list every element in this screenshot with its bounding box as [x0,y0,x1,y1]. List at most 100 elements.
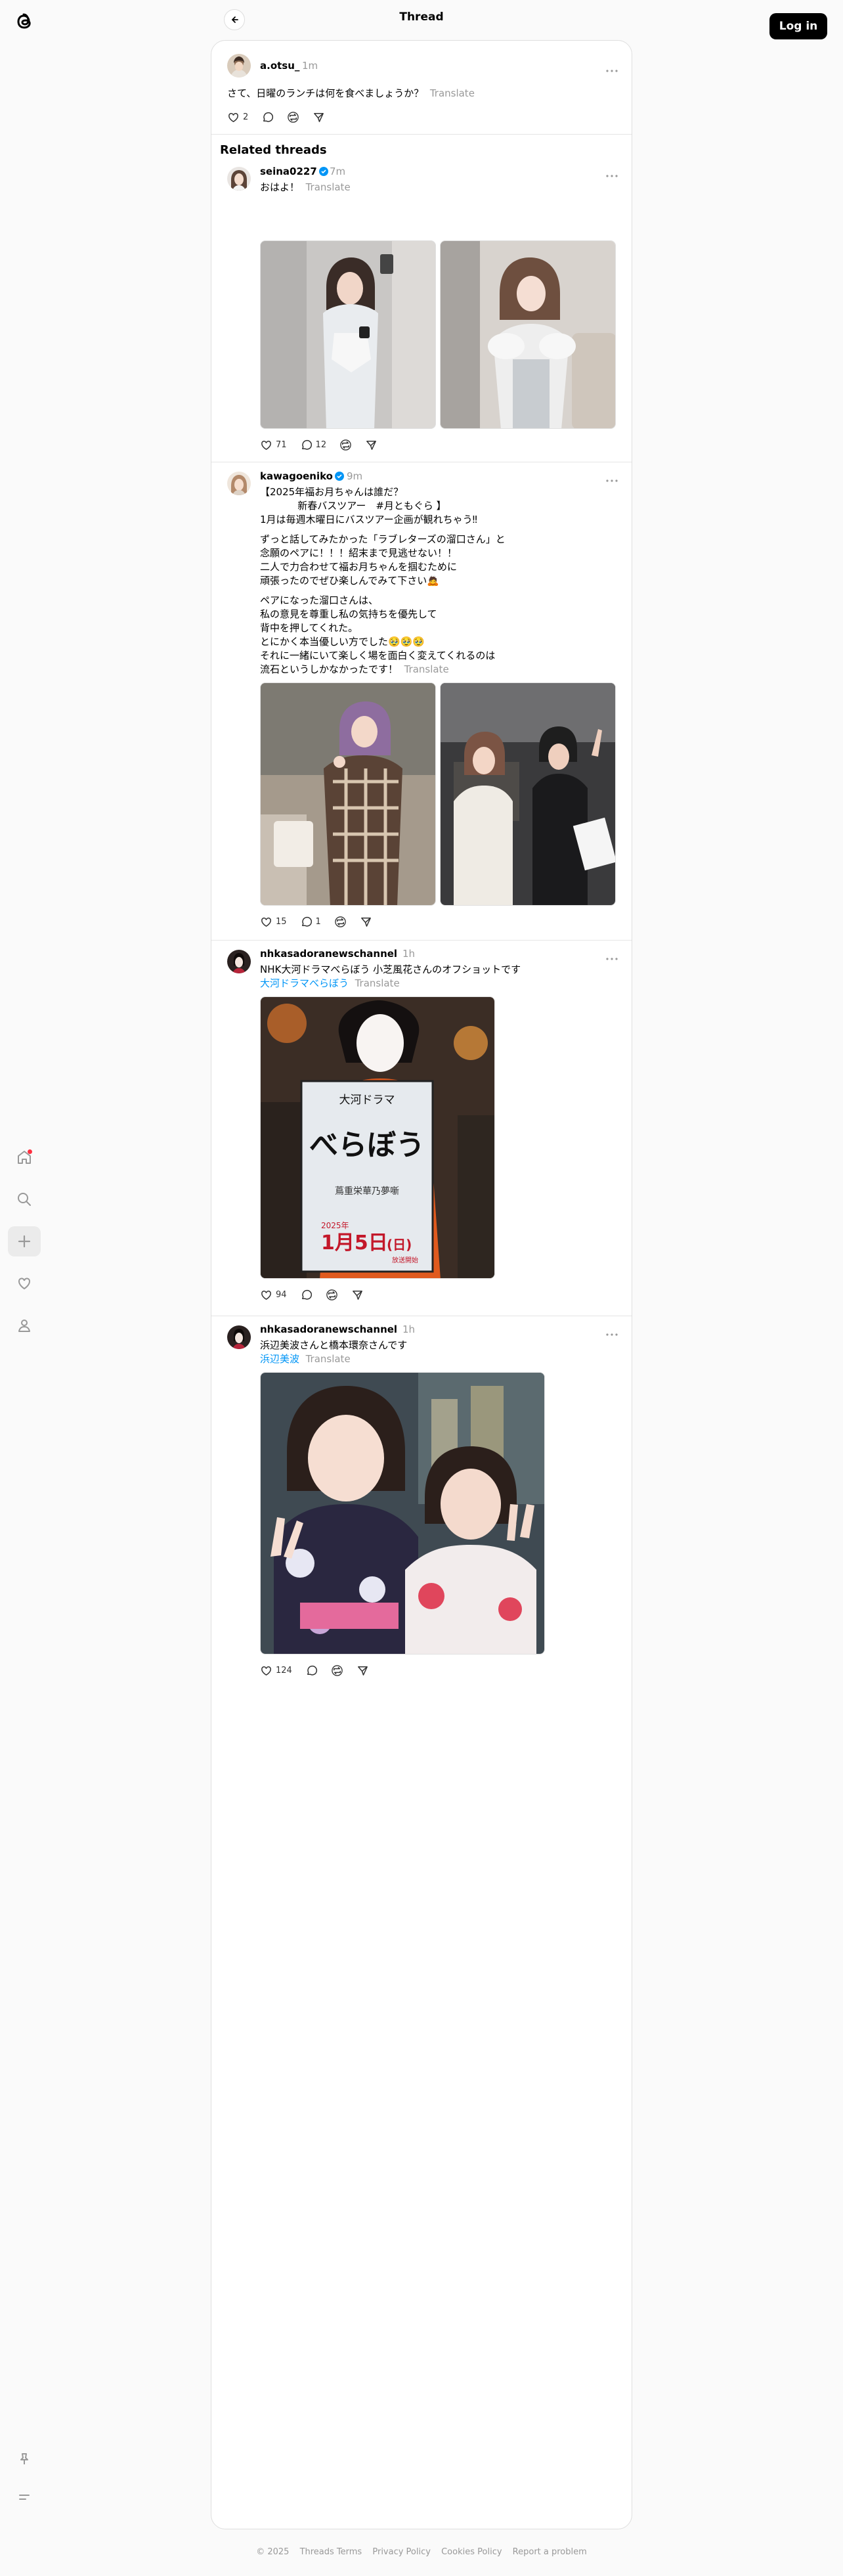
reply-button[interactable] [305,1664,318,1677]
sidebar-item-create[interactable] [8,1226,41,1256]
post-image[interactable] [260,682,436,906]
share-button[interactable] [365,439,378,451]
post-text: NHK大河ドラマべらぼう 小芝風花さんのオフショットです [260,964,521,975]
post-text-line: ずっと話してみたかった「ラブレターズの溜口さん」と [260,533,506,545]
verified-badge-icon [335,472,344,481]
post-text-line: 【2025年福お月ちゃんは誰だ？ [260,486,404,498]
username[interactable]: a.otsu_ [260,60,299,72]
reply-button[interactable]: 1 [300,916,321,928]
more-icon[interactable] [604,168,620,179]
repost-icon [326,1289,337,1300]
like-button[interactable]: 124 [260,1664,292,1677]
username[interactable]: nhkasadoranewschannel [260,948,397,960]
svg-text:2025年: 2025年 [321,1221,349,1230]
send-icon [352,1290,362,1300]
search-icon [18,1193,31,1206]
reply-button[interactable] [261,111,274,123]
like-button[interactable]: 2 [227,111,248,123]
svg-text:(日): (日) [387,1237,412,1253]
heart-icon [261,1290,271,1300]
like-button[interactable]: 15 [260,916,287,928]
more-icon[interactable] [604,473,620,483]
repost-button[interactable] [326,1289,338,1301]
notification-dot [28,1149,32,1154]
translate-link[interactable]: Translate [306,1353,351,1365]
related-threads-heading: Related threads [220,143,327,157]
comment-icon [307,1665,317,1676]
post-text-line: それに一緒にいて楽しく場を面白く変えてくれるのは [260,650,496,661]
footer-link-report[interactable]: Report a problem [513,2547,587,2557]
post-text-line: ペアになった溜口さんは、 [260,594,379,606]
footer: © 2025 Threads Terms Privacy Policy Cook… [0,2547,843,2557]
like-button[interactable]: 94 [260,1289,287,1301]
repost-icon [335,916,346,927]
more-icon[interactable] [604,951,620,962]
post-actions: 94 [260,1287,377,1302]
like-button[interactable]: 71 [260,439,287,451]
svg-text:蔦重栄華乃夢噺: 蔦重栄華乃夢噺 [335,1186,399,1197]
translate-link[interactable]: Translate [355,977,400,989]
comment-icon [301,439,312,450]
sidebar-item-pin[interactable] [8,2444,41,2474]
post-image[interactable] [260,240,436,429]
avatar[interactable] [227,1325,251,1349]
post-text-line: 頑張ったのでぜひ楽しんでみて下さい🙇 [260,575,439,587]
sidebar-item-home[interactable] [8,1142,41,1172]
repost-icon [288,111,299,123]
footer-link-privacy[interactable]: Privacy Policy [372,2547,431,2557]
divider [211,940,632,941]
sidebar [0,0,49,2576]
reply-button[interactable]: 12 [300,439,326,451]
hashtag-link[interactable]: 大河ドラマべらぼう [260,977,349,989]
reply-button[interactable] [300,1289,313,1301]
post-text-line: とにかく本当優しい方でした🥹🥹🥹 [260,636,425,648]
page-title: Thread [399,11,444,24]
share-button[interactable] [357,1664,369,1677]
post-time: 7m [330,166,346,177]
sidebar-item-menu[interactable] [8,2482,41,2512]
post-text-line: 1月は毎週木曜日にバスツアー企画が観れちゃう‼︎ [260,514,477,525]
footer-link-terms[interactable]: Threads Terms [300,2547,362,2557]
repost-button[interactable] [339,439,352,451]
post-time: 1m [302,60,318,72]
post-image[interactable] [440,682,616,906]
thread-feed: a.otsu_ 1m さて、日曜のランチは何を食べましょうか？ Translat… [211,40,632,2529]
repost-button[interactable] [331,1664,343,1677]
share-button[interactable] [351,1289,364,1301]
post-image[interactable] [440,240,616,429]
copyright: © 2025 [256,2547,290,2557]
post-time: 1h [402,948,416,960]
username[interactable]: kawagoeniko [260,470,344,482]
sidebar-item-activity[interactable] [8,1268,41,1299]
sidebar-item-profile[interactable] [8,1310,41,1341]
username[interactable]: nhkasadoranewschannel [260,1323,397,1335]
drama-poster-image: 大河ドラマ べらぼう 蔦重栄華乃夢噺 2025年 1月5日 (日) 放送開始 [261,997,494,1278]
comment-icon [301,1289,312,1300]
translate-link[interactable]: Translate [306,181,351,193]
more-icon[interactable] [604,63,620,74]
repost-button[interactable] [287,111,299,123]
share-button[interactable] [313,111,325,123]
post-text-line: 流石というしかなかったです！ Translate [260,663,449,675]
avatar[interactable] [227,472,251,495]
svg-text:大河ドラマ: 大河ドラマ [339,1094,395,1107]
avatar[interactable] [227,167,251,190]
translate-link[interactable]: Translate [404,663,449,675]
more-icon[interactable] [604,1327,620,1337]
send-icon [366,440,377,450]
sidebar-item-search[interactable] [8,1184,41,1214]
verified-badge-icon [318,167,328,176]
repost-button[interactable] [334,916,347,928]
post-image[interactable] [260,1372,545,1654]
post-text: 大河ドラマべらぼう Translate [260,977,400,990]
avatar[interactable] [227,54,251,78]
hashtag-link[interactable]: 浜辺美波 [260,1353,299,1365]
share-button[interactable] [360,916,372,928]
footer-link-cookies[interactable]: Cookies Policy [441,2547,502,2557]
repost-icon [332,1664,343,1676]
translate-link[interactable]: Translate [430,87,475,99]
post-image[interactable]: 大河ドラマ べらぼう 蔦重栄華乃夢噺 2025年 1月5日 (日) 放送開始 [260,996,495,1279]
avatar[interactable] [227,950,251,973]
login-button[interactable]: Log in [769,13,827,39]
username[interactable]: seina0227 [260,166,328,177]
